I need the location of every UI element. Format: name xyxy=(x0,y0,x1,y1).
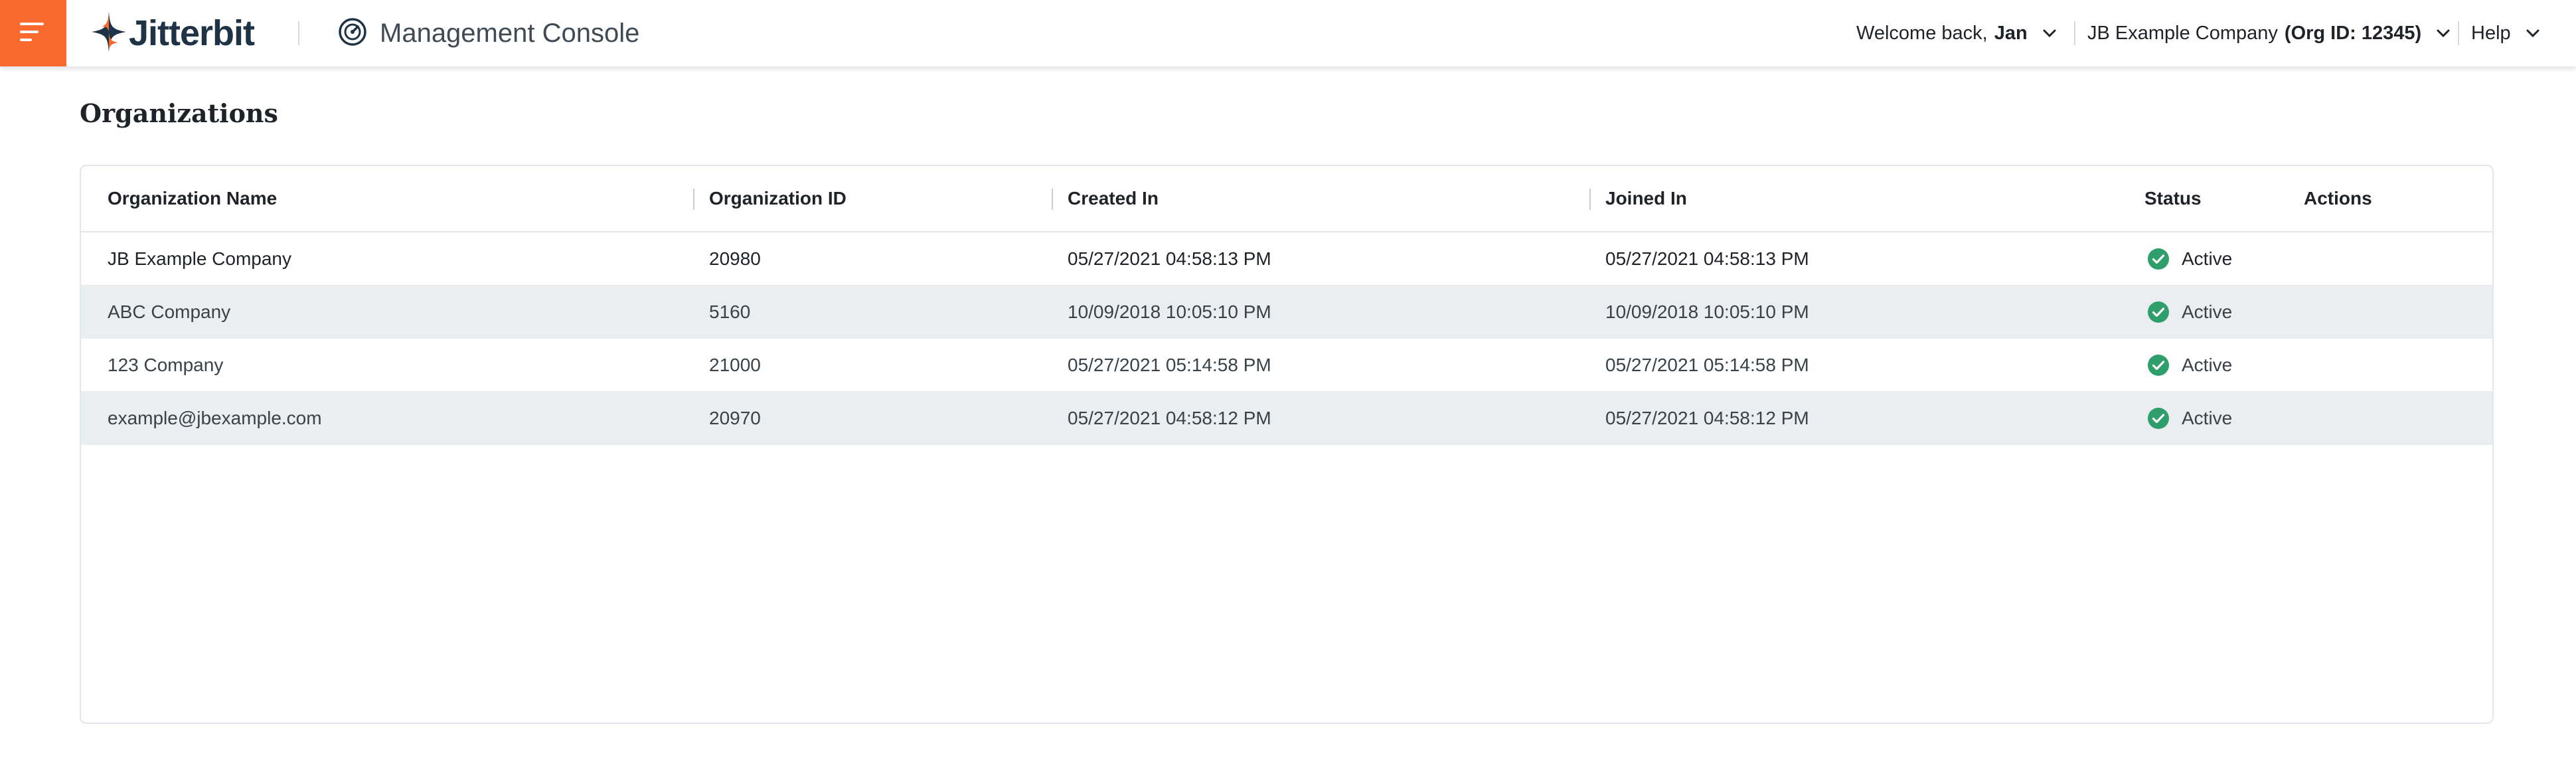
section-title-text: Management Console xyxy=(380,18,640,48)
status-text: Active xyxy=(2182,301,2233,322)
cell-organization-id: 20980 xyxy=(709,248,761,269)
table-row[interactable]: JB Example Company 20980 05/27/2021 04:5… xyxy=(81,232,2492,286)
cell-joined-in: 05/27/2021 04:58:13 PM xyxy=(1605,248,1809,269)
table-row[interactable]: 123 Company 21000 05/27/2021 05:14:58 PM… xyxy=(81,339,2492,392)
column-resize-handle[interactable] xyxy=(693,189,694,210)
page-title: Organizations xyxy=(80,98,278,128)
cell-created-in: 10/09/2018 10:05:10 PM xyxy=(1068,301,1271,322)
column-resize-handle[interactable] xyxy=(1052,189,1053,210)
current-org-name: JB Example Company xyxy=(2087,22,2278,44)
chevron-down-icon xyxy=(2042,29,2057,38)
cell-status: Active xyxy=(2147,232,2232,286)
user-menu-dropdown[interactable]: Welcome back, Jan xyxy=(1856,15,2057,52)
check-circle-icon xyxy=(2147,354,2170,377)
table-header: Organization Name Organization ID Create… xyxy=(81,166,2492,232)
chevron-down-icon xyxy=(2436,29,2451,38)
check-circle-icon xyxy=(2147,248,2170,270)
welcome-text: Welcome back, xyxy=(1856,22,1988,44)
check-circle-icon xyxy=(2147,407,2170,430)
column-header-actions: Actions xyxy=(2304,188,2372,209)
help-label: Help xyxy=(2471,22,2511,44)
cell-created-in: 05/27/2021 04:58:12 PM xyxy=(1068,408,1271,428)
column-header-joined-in[interactable]: Joined In xyxy=(1605,166,1687,231)
cell-organization-name: ABC Company xyxy=(108,301,231,322)
cell-organization-id: 21000 xyxy=(709,355,761,375)
chevron-down-icon xyxy=(2526,29,2540,38)
hamburger-menu-button[interactable] xyxy=(0,0,66,66)
header-divider xyxy=(2074,21,2075,45)
cell-organization-id: 20970 xyxy=(709,408,761,428)
cell-organization-name: example@jbexample.com xyxy=(108,408,322,428)
cell-status: Active xyxy=(2147,339,2232,392)
cell-status: Active xyxy=(2147,392,2232,445)
status-text: Active xyxy=(2182,408,2233,428)
column-header-status[interactable]: Status xyxy=(2144,166,2202,231)
table-row[interactable]: example@jbexample.com 20970 05/27/2021 0… xyxy=(81,392,2492,445)
cell-joined-in: 05/27/2021 04:58:12 PM xyxy=(1605,408,1809,428)
cell-organization-name: JB Example Company xyxy=(108,248,292,269)
app-section-title: Management Console xyxy=(337,13,639,53)
header-divider xyxy=(2458,21,2459,45)
column-header-created-in[interactable]: Created In xyxy=(1068,166,1159,231)
cell-organization-id: 5160 xyxy=(709,301,751,322)
cell-created-in: 05/27/2021 04:58:13 PM xyxy=(1068,248,1271,269)
dashboard-gauge-icon xyxy=(337,17,368,50)
current-org-id: (Org ID: 12345) xyxy=(2284,22,2422,44)
cell-joined-in: 05/27/2021 05:14:58 PM xyxy=(1605,355,1809,375)
help-menu-dropdown[interactable]: Help xyxy=(2471,15,2540,52)
jitterbit-star-logo-icon xyxy=(92,11,126,55)
check-circle-icon xyxy=(2147,301,2170,323)
organizations-table: Organization Name Organization ID Create… xyxy=(80,165,2494,724)
cell-status: Active xyxy=(2147,286,2232,339)
column-resize-handle[interactable] xyxy=(1589,189,1591,210)
top-navigation-bar: Jitterbit Management Console Welcome bac… xyxy=(0,0,2576,67)
status-text: Active xyxy=(2182,355,2233,375)
organization-switcher-dropdown[interactable]: JB Example Company (Org ID: 12345) xyxy=(2087,15,2451,52)
cell-created-in: 05/27/2021 05:14:58 PM xyxy=(1068,355,1271,375)
cell-organization-name: 123 Company xyxy=(108,355,224,375)
jitterbit-logo[interactable]: Jitterbit xyxy=(92,9,255,57)
table-row[interactable]: ABC Company 5160 10/09/2018 10:05:10 PM … xyxy=(81,286,2492,339)
column-header-organization-id[interactable]: Organization ID xyxy=(709,166,846,231)
column-header-organization-name[interactable]: Organization Name xyxy=(108,166,277,231)
status-text: Active xyxy=(2182,248,2233,269)
cell-joined-in: 10/09/2018 10:05:10 PM xyxy=(1605,301,1809,322)
hamburger-menu-icon xyxy=(20,21,46,46)
user-name: Jan xyxy=(1994,22,2028,44)
header-divider xyxy=(298,21,299,45)
logo-wordmark: Jitterbit xyxy=(129,13,255,53)
